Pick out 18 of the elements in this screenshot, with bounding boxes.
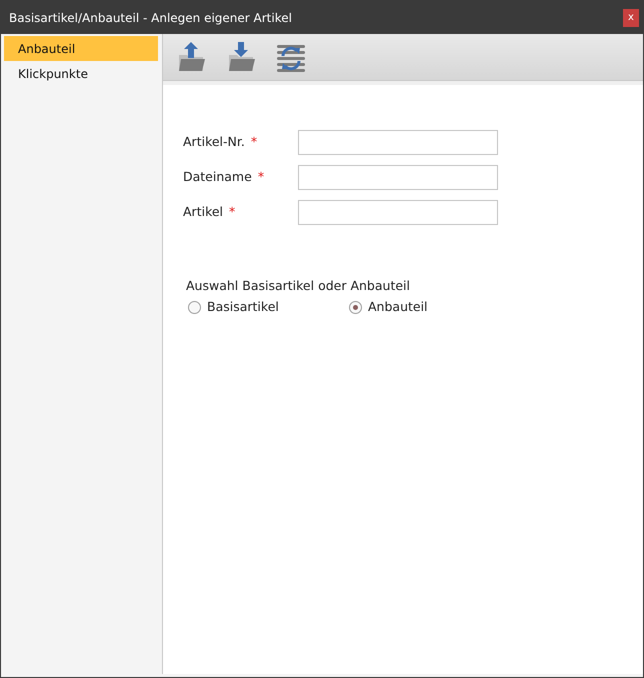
- required-mark: *: [258, 169, 264, 184]
- radio-button[interactable]: [188, 300, 201, 314]
- radio-label[interactable]: Anbauteil: [368, 298, 428, 316]
- field-label: Artikel-Nr.: [183, 134, 245, 150]
- close-button[interactable]: x: [623, 8, 639, 26]
- field-label: Artikel: [183, 204, 224, 220]
- required-mark: *: [229, 204, 236, 220]
- sidebar-item[interactable]: Anbauteil: [4, 36, 158, 61]
- input-field[interactable]: [298, 200, 498, 225]
- radio-button[interactable]: [349, 300, 362, 314]
- field-label: Dateiname: [183, 169, 252, 184]
- input-field[interactable]: [298, 165, 498, 190]
- input-field[interactable]: [298, 130, 498, 155]
- group-label: Auswahl Basisartikel oder Anbauteil: [186, 277, 411, 295]
- sidebar-item[interactable]: Klickpunkte: [4, 61, 158, 86]
- required-mark: *: [250, 134, 258, 150]
- radio-label[interactable]: Basisartikel: [207, 298, 279, 316]
- window-title: Basisartikel/Anbauteil - Anlegen eigener Artikel: [9, 10, 292, 26]
